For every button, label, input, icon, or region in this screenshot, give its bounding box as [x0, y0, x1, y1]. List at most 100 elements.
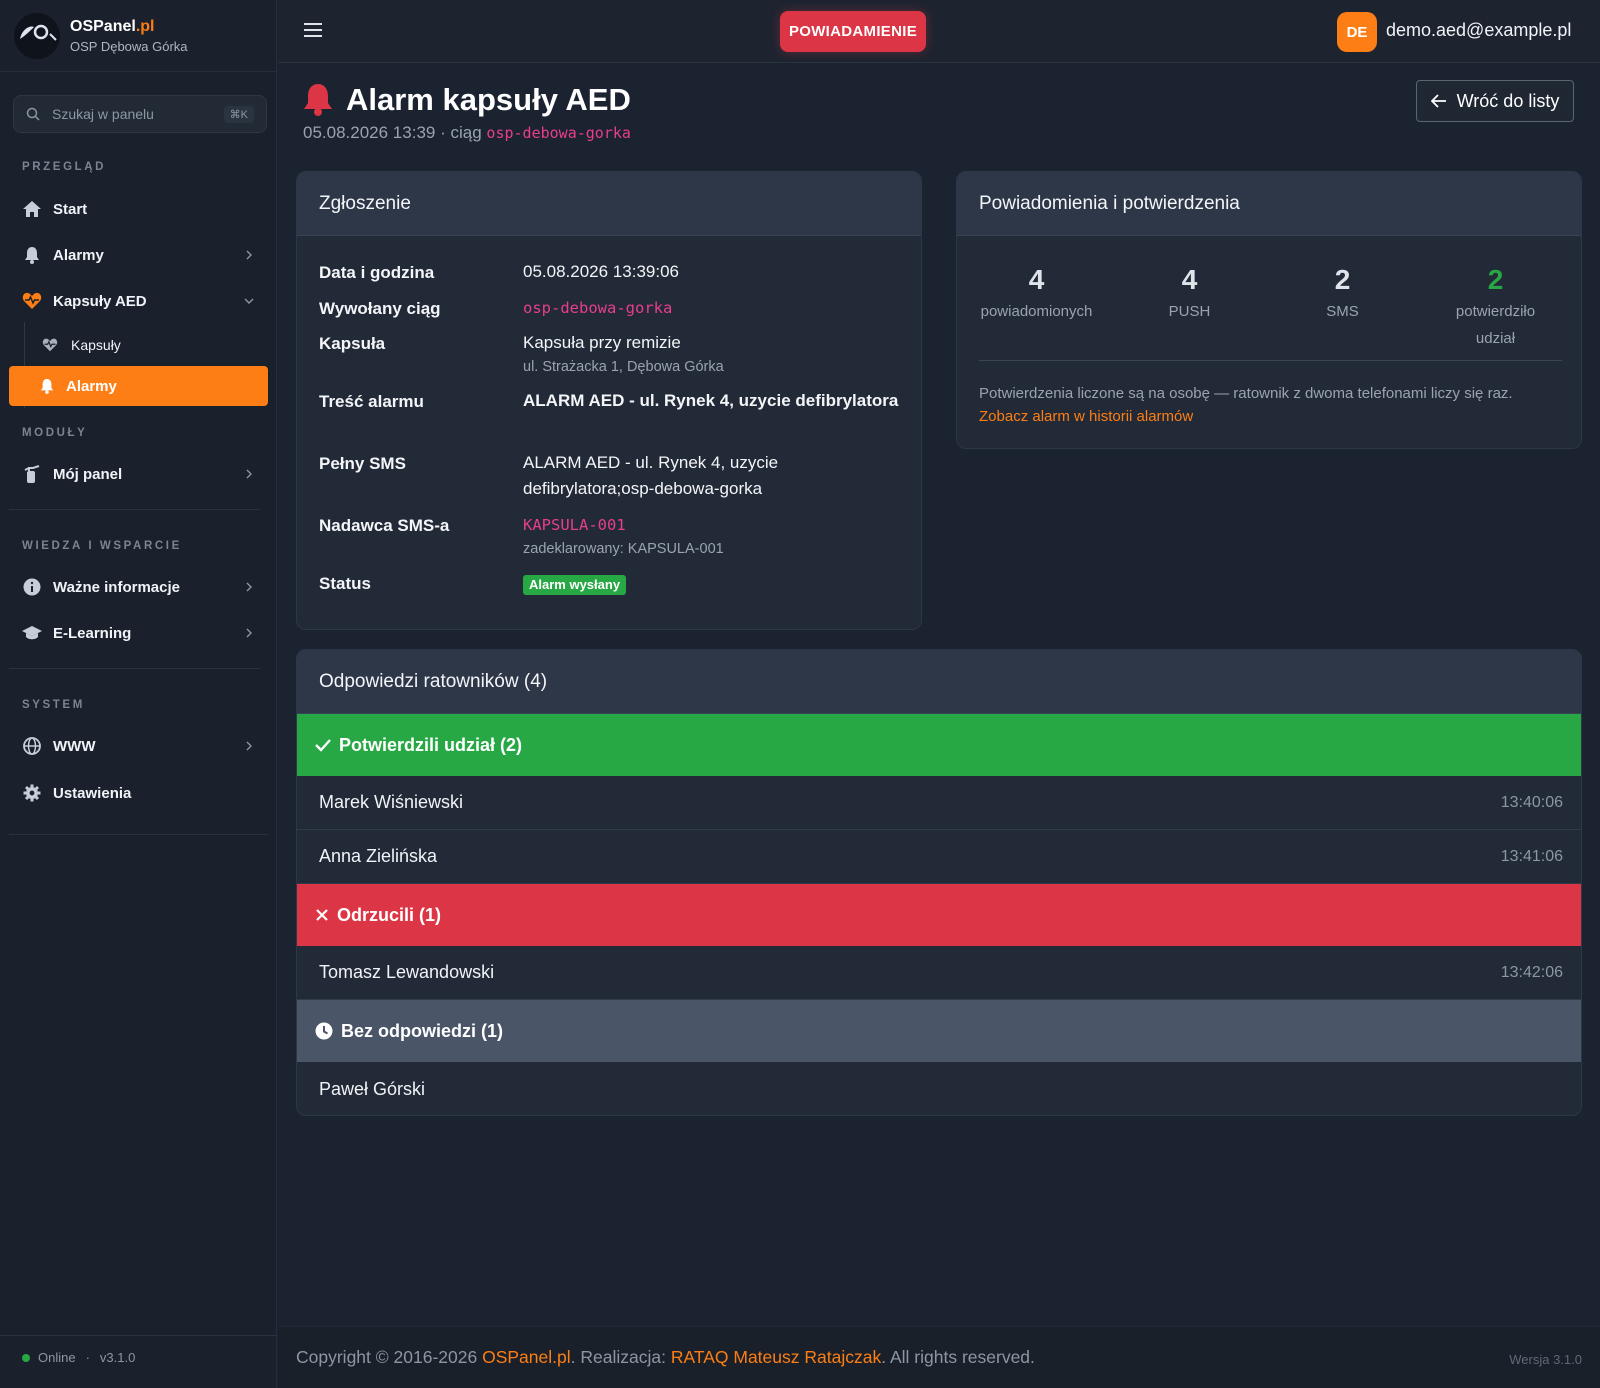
response-row: Marek Wiśniewski 13:40:06: [297, 776, 1581, 830]
nav-section-overview: PRZEGLĄD: [22, 161, 107, 173]
logo-icon: [20, 24, 57, 41]
search-input[interactable]: Szukaj w panelu ⌘K: [13, 95, 267, 133]
chevron-right-icon: [246, 250, 252, 260]
note-text: Potwierdzenia liczone są na osobę — rato…: [979, 385, 1513, 402]
row-key: Status: [319, 574, 371, 593]
app-version: v3.1.0: [99, 1350, 136, 1365]
bell-icon: [304, 84, 332, 116]
footer-version: Wersja 3.1.0: [1509, 1352, 1582, 1367]
divider: [979, 360, 1562, 361]
sidebar-item-my-panel[interactable]: Mój panel: [9, 454, 268, 494]
info-icon: [22, 577, 42, 597]
notifications-card: Powiadomienia i potwierdzenia 4 powiadom…: [956, 171, 1582, 449]
sidebar-item-settings[interactable]: Ustawienia: [9, 773, 268, 813]
divider: [0, 1335, 277, 1336]
brand[interactable]: OSPanel.pl OSP Dębowa Górka: [0, 0, 276, 72]
response-row: Paweł Górski: [297, 1062, 1581, 1115]
stat-label: potwierdziło udział: [1455, 303, 1536, 347]
hamburger-menu-icon[interactable]: [304, 22, 322, 38]
response-time: 13:42:06: [1500, 963, 1563, 981]
stat-label: PUSH: [1168, 303, 1211, 320]
brand-subtitle: OSP Dębowa Górka: [70, 38, 188, 54]
sidebar-item-label: E-Learning: [53, 624, 132, 642]
notifications-card-title: Powiadomienia i potwierdzenia: [957, 172, 1581, 236]
row-key: Pełny SMS: [319, 454, 406, 473]
realization-prefix: . Realizacja:: [570, 1347, 666, 1367]
row-value: ALARM AED - ul. Rynek 4, uzycie defibryl…: [523, 391, 899, 410]
response-row: Tomasz Lewandowski 13:42:06: [297, 946, 1581, 1000]
topbar: POWIADAMIENIE DE demo.aed@example.pl: [278, 0, 1600, 63]
sidebar-item-aed-capsules[interactable]: Kapsuły: [26, 325, 268, 365]
page-title: Alarm kapsuły AED: [346, 82, 631, 117]
bell-icon: [22, 245, 42, 265]
copyright-prefix: Copyright © 2016-2026: [296, 1347, 478, 1367]
response-time: 13:41:06: [1500, 847, 1563, 865]
sidebar-item-label: Mój panel: [53, 465, 123, 483]
rights-text: . All rights reserved.: [881, 1347, 1035, 1367]
sidebar-item-label: Alarmy: [53, 246, 104, 264]
divider: [9, 668, 260, 669]
sender-code: KAPSULA-001: [523, 516, 626, 534]
search-icon: [26, 107, 40, 121]
sidebar-item-important-info[interactable]: Ważne informacje: [9, 567, 268, 607]
sidebar-item-label: Ustawienia: [53, 784, 132, 802]
stat-push: 4 PUSH: [1113, 264, 1266, 325]
responder-name: Paweł Górski: [319, 1078, 426, 1099]
sidebar-item-start[interactable]: Start: [9, 189, 268, 229]
back-to-list-button[interactable]: Wróć do listy: [1416, 80, 1574, 122]
sidebar-item-label: Alarmy: [66, 377, 117, 395]
user-email[interactable]: demo.aed@example.pl: [1386, 20, 1571, 41]
author-link[interactable]: RATAQ Mateusz Ratajczak: [671, 1347, 881, 1367]
brand-logo: [14, 12, 60, 59]
close-icon: [316, 909, 328, 921]
status-separator: ·: [85, 1350, 90, 1365]
sidebar-item-www[interactable]: WWW: [9, 726, 268, 766]
group-rejected: Odrzucili (1): [297, 884, 1581, 946]
sidebar-item-aed-alarms[interactable]: Alarmy: [9, 366, 268, 406]
sidebar-item-aed[interactable]: Kapsuły AED: [9, 281, 268, 321]
home-icon: [22, 199, 42, 219]
check-icon: [315, 739, 331, 752]
user-avatar[interactable]: DE: [1337, 12, 1377, 52]
chevron-right-icon: [246, 469, 252, 479]
nav-section-system: SYSTEM: [22, 699, 85, 711]
back-button-label: Wróć do listy: [1456, 90, 1560, 111]
graduation-cap-icon: [22, 623, 42, 643]
alarm-datetime: 05.08.2026 13:39: [303, 123, 436, 142]
brand-name: OSPanel.pl: [70, 17, 155, 35]
row-key: Nadawca SMS-a: [319, 516, 450, 535]
nav-section-knowledge: WIEDZA I WSPARCIE: [22, 540, 182, 552]
sidebar: OSPanel.pl OSP Dębowa Górka Szukaj w pan…: [0, 0, 277, 1388]
row-key: Wywołany ciąg: [319, 299, 441, 318]
responder-name: Anna Zielińska: [319, 846, 438, 866]
responder-name: Tomasz Lewandowski: [319, 962, 495, 982]
copyright: Copyright © 2016-2026 OSPanel.pl. Realiz…: [296, 1347, 1035, 1368]
stat-value: 4: [1028, 264, 1045, 295]
status-text: Online: [38, 1350, 76, 1365]
sidebar-item-alarms[interactable]: Alarmy: [9, 235, 268, 275]
sequence-prefix: ciąg: [450, 123, 482, 142]
chevron-right-icon: [246, 628, 252, 638]
search-shortcut: ⌘K: [223, 105, 254, 123]
sidebar-item-label: Ważne informacje: [53, 578, 180, 596]
history-link[interactable]: Zobacz alarm w historii alarmów: [979, 408, 1193, 425]
status-badge: Alarm wysłany: [523, 575, 627, 595]
chevron-right-icon: [246, 741, 252, 751]
group-label: Potwierdzili udział (2): [339, 734, 523, 755]
sidebar-item-label: Kapsuły AED: [53, 292, 147, 310]
stat-value: 4: [1181, 264, 1198, 295]
group-label: Odrzucili (1): [337, 904, 442, 925]
search-placeholder: Szukaj w panelu: [52, 106, 154, 122]
notify-button[interactable]: POWIADAMIENIE: [780, 11, 926, 52]
report-card: Zgłoszenie Data i godzina 05.08.2026 13:…: [296, 171, 922, 630]
sequence-code: osp-debowa-gorka: [486, 124, 631, 142]
group-confirmed: Potwierdzili udział (2): [297, 714, 1581, 776]
report-card-title: Zgłoszenie: [297, 172, 921, 236]
stat-value: 2: [1334, 264, 1351, 295]
sidebar-item-elearning[interactable]: E-Learning: [9, 613, 268, 653]
ospanel-link[interactable]: OSPanel.pl: [482, 1347, 571, 1367]
heart-pulse-icon: [22, 291, 42, 311]
footer: Copyright © 2016-2026 OSPanel.pl. Realiz…: [278, 1326, 1600, 1388]
stat-value: 2: [1487, 264, 1504, 295]
capsule-name: Kapsuła przy remizie: [523, 333, 681, 352]
